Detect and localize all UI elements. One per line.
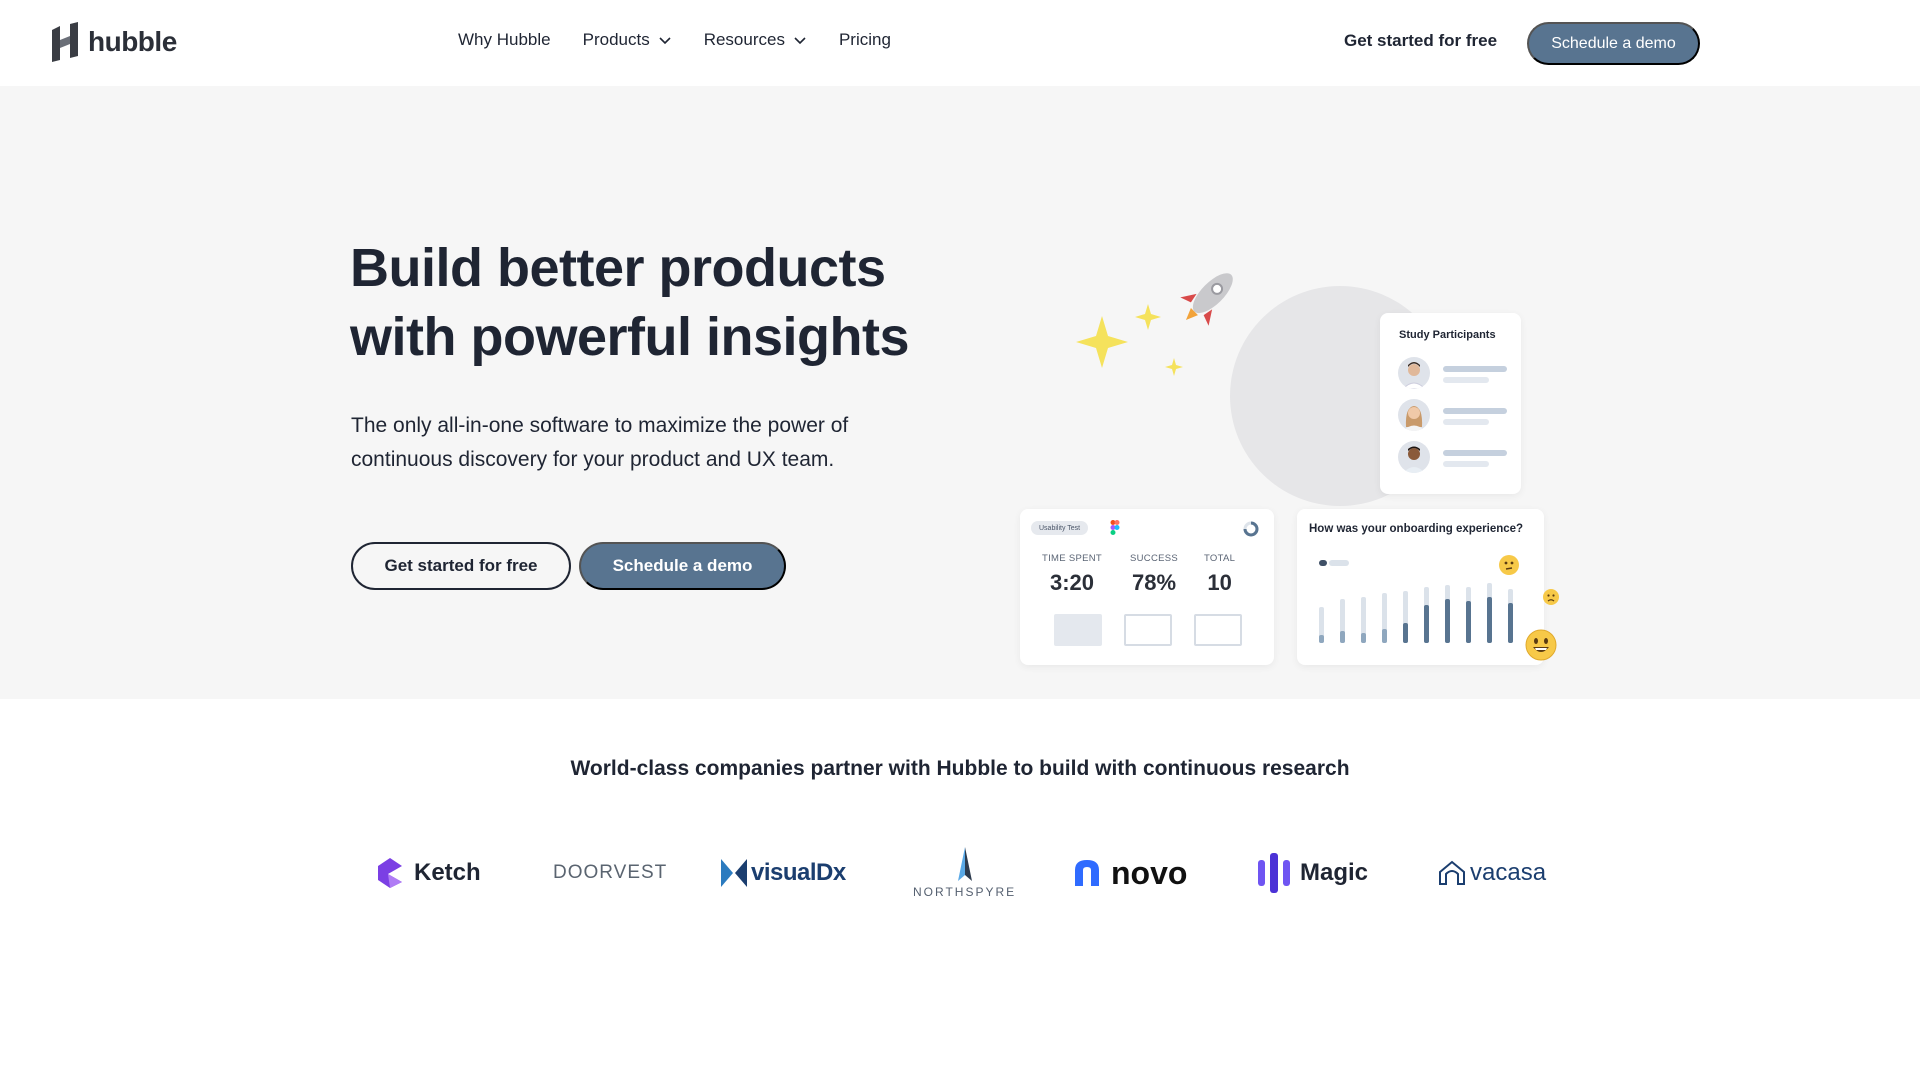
participant-row [1398, 399, 1508, 433]
partners-title: World-class companies partner with Hubbl… [570, 757, 1350, 780]
participants-title: Study Participants [1399, 329, 1496, 341]
response-bar [1445, 599, 1450, 643]
ketch-logo-icon [378, 858, 402, 888]
nav-pricing-label: Pricing [838, 30, 891, 49]
nav-schedule-demo-button[interactable]: Schedule a demo [1527, 22, 1700, 65]
avatar [1398, 399, 1430, 431]
magic-logo-icon [1258, 853, 1290, 893]
novo-logo-icon [1075, 860, 1099, 886]
hero-title-line1: Build better products [350, 238, 886, 298]
hero-get-started-button[interactable]: Get started for free [351, 542, 571, 590]
hero-title-line2: with powerful insights [350, 307, 909, 367]
progress-ring-icon [1243, 521, 1259, 537]
hero-subtitle: The only all-in-one software to maximize… [351, 414, 849, 471]
northspyre-logo-icon [957, 847, 972, 881]
nav-get-started-link[interactable]: Get started for free [1344, 31, 1497, 51]
hero-illustration: Study Participants Usability Test TIME S… [1020, 226, 1580, 686]
grinning-emoji-icon [1525, 629, 1557, 661]
nav-resources-label: Resources [703, 30, 785, 49]
response-bar [1424, 605, 1429, 643]
stat-total: TOTAL 10 [1204, 553, 1236, 595]
onboarding-survey-card: How was your onboarding experience? [1297, 509, 1544, 665]
stat-time-spent: TIME SPENT 3:20 [1042, 553, 1103, 595]
response-bar [1487, 597, 1492, 643]
hero-section: Build better products with powerful insi… [0, 86, 1920, 699]
nav-products-label: Products [582, 30, 650, 49]
partner-logos: Ketch DOORVEST visualDx NORTHSPYRE novo … [350, 838, 1570, 908]
hubble-logo-icon [52, 22, 78, 62]
hero-title: Build better products with powerful insi… [350, 234, 970, 372]
participant-row [1398, 357, 1508, 391]
usability-test-card: Usability Test TIME SPENT 3:20 SUCCESS 7… [1020, 509, 1274, 665]
logo-magic: Magic [1256, 838, 1368, 908]
chevron-down-icon [794, 37, 806, 45]
response-bar [1319, 635, 1324, 643]
hero-schedule-demo-button[interactable]: Schedule a demo [579, 542, 786, 590]
brand-name: hubble [88, 26, 177, 57]
figma-icon [1110, 520, 1120, 535]
onboarding-title: How was your onboarding experience? [1309, 523, 1524, 535]
brand-logo[interactable]: hubble [50, 22, 177, 62]
response-bar [1382, 629, 1387, 643]
logo-novo: novo [1073, 838, 1187, 908]
nav-why-hubble-label: Why Hubble [458, 30, 551, 49]
logo-visualdx: visualDx [719, 838, 846, 908]
nav-why-hubble[interactable]: Why Hubble [458, 30, 551, 50]
visualdx-logo-icon [721, 859, 747, 887]
thinking-emoji-icon [1499, 555, 1519, 575]
study-participants-card: Study Participants [1380, 313, 1521, 494]
participant-row [1398, 441, 1508, 475]
response-bar [1466, 601, 1471, 643]
avatar [1398, 357, 1430, 389]
response-bar [1508, 603, 1513, 643]
logo-northspyre: NORTHSPYRE [913, 838, 1016, 908]
chevron-down-icon [659, 37, 671, 45]
nav-products[interactable]: Products [583, 30, 672, 50]
screen-thumbnail [1124, 614, 1172, 646]
response-bar [1361, 633, 1366, 643]
logo-doorvest: DOORVEST [553, 862, 668, 883]
logo-ketch: Ketch [374, 838, 481, 908]
worried-emoji-icon [1543, 589, 1559, 605]
logo-vacasa: vacasa [1438, 838, 1546, 908]
nav-pricing[interactable]: Pricing [839, 30, 891, 50]
main-nav: Why Hubble Products Resources Pricing [458, 30, 891, 50]
screen-thumbnail [1194, 614, 1242, 646]
response-bar [1403, 623, 1408, 643]
stat-success: SUCCESS 78% [1130, 553, 1179, 595]
avatar [1398, 441, 1430, 473]
rocket-icon [1180, 273, 1233, 326]
usability-tag: Usability Test [1031, 521, 1089, 535]
response-bar [1340, 631, 1345, 643]
nav-resources[interactable]: Resources [704, 30, 807, 50]
screen-thumbnail [1054, 614, 1102, 646]
vacasa-logo-icon [1439, 860, 1465, 885]
top-navbar: hubble Why Hubble Products Resources Pri… [0, 0, 1920, 86]
